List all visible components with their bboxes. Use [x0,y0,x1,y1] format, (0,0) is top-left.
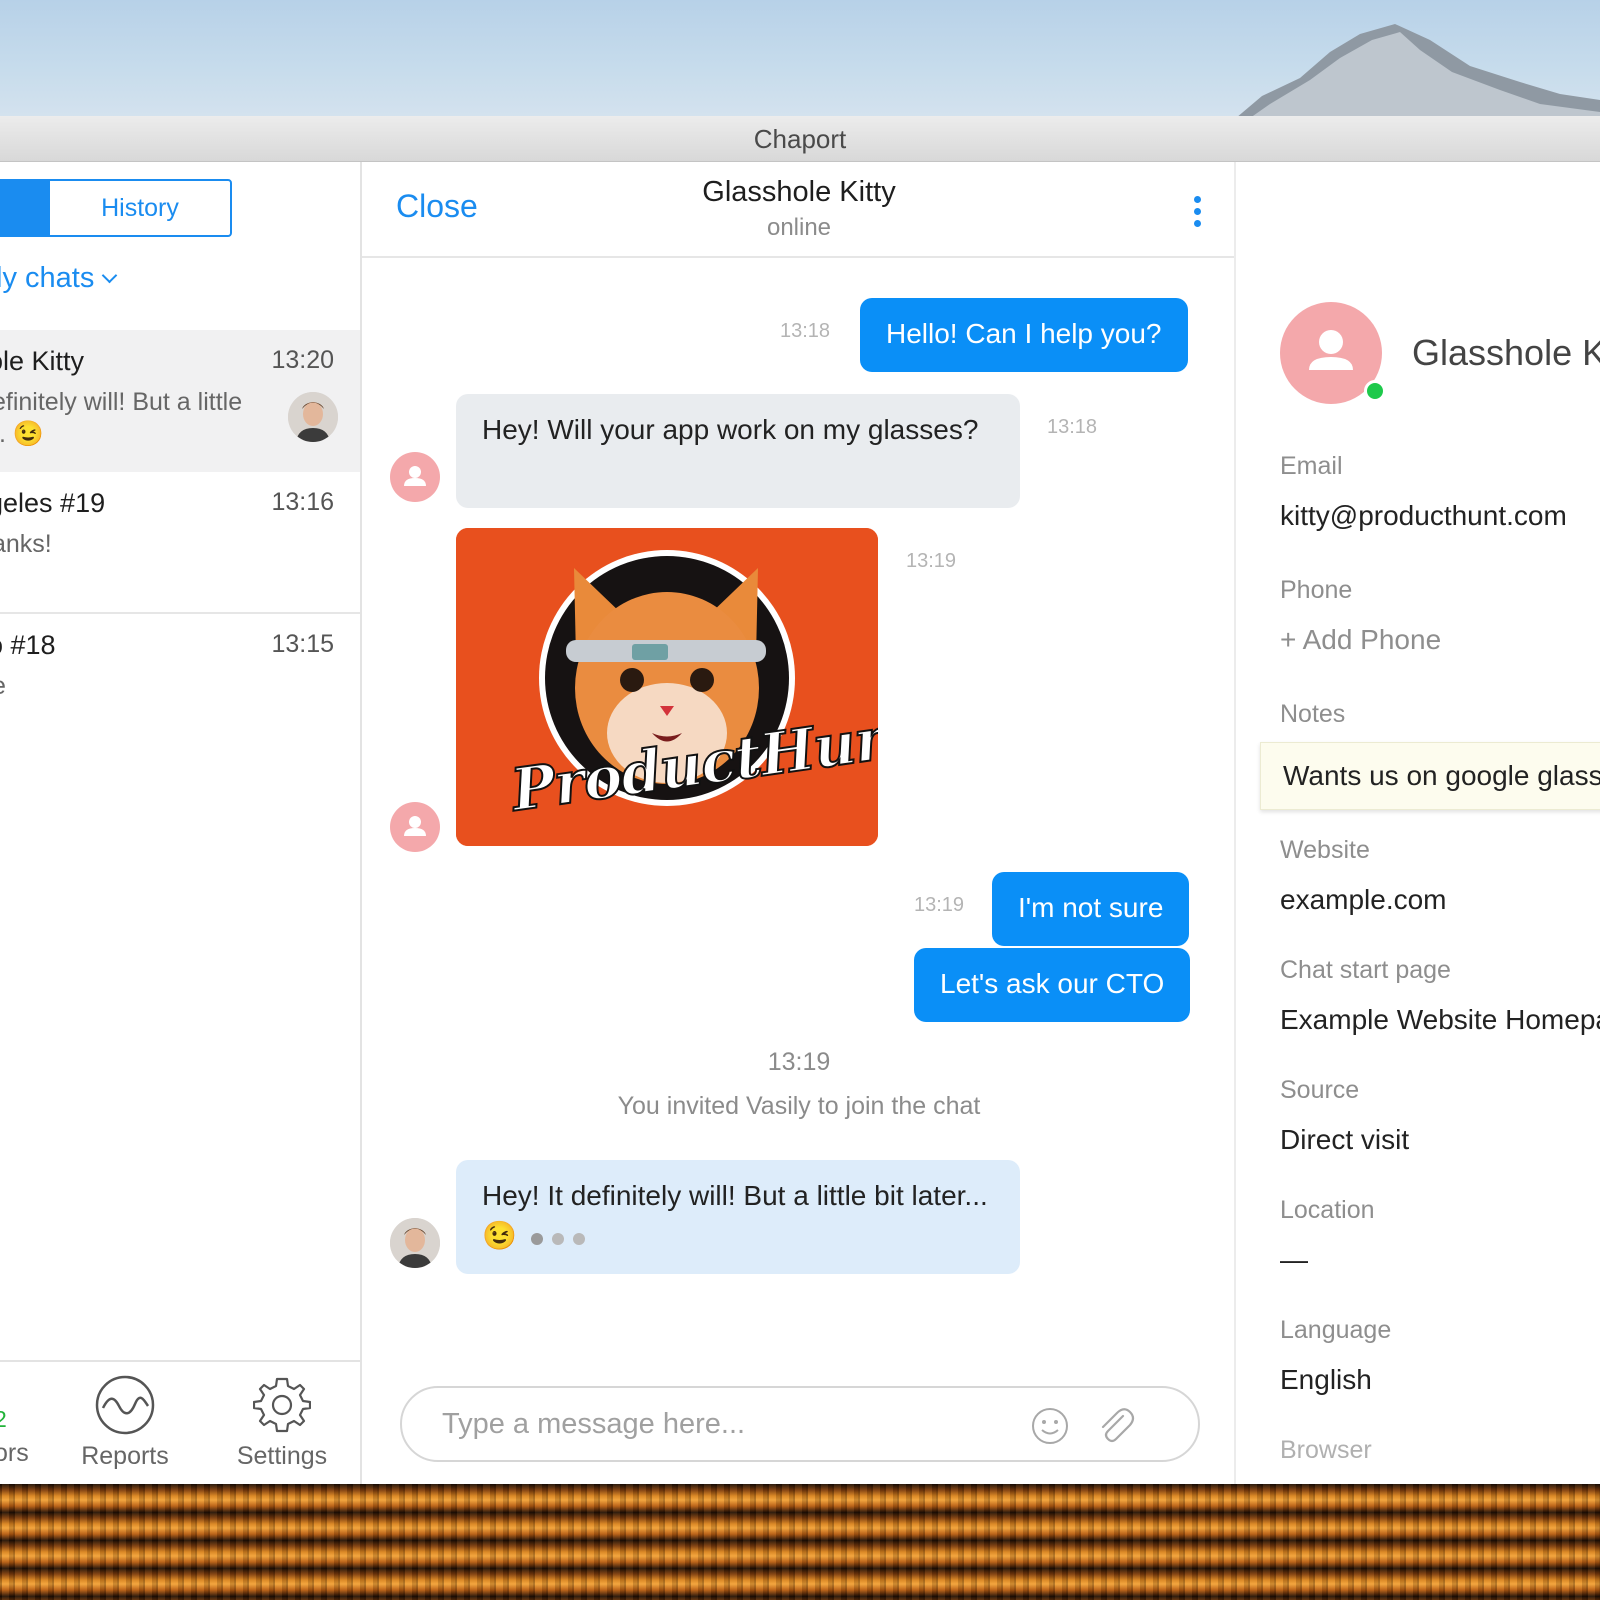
contact-status: online [766,214,832,241]
chat-list-item[interactable]: o #18 13:15 e [0,614,360,756]
user-icon [404,816,426,836]
message-input[interactable] [442,1398,1002,1450]
message-cto: Hey! It definitely will! But a little bi… [456,1160,1020,1274]
operator-avatar [390,1218,440,1268]
language-label: Language [1280,1316,1392,1344]
notes-field[interactable]: Wants us on google glass [1260,742,1600,810]
message-outgoing: I'm not sure [992,872,1190,946]
chat-tabs: History [0,179,232,237]
contact-name: Glasshole Kitty [702,176,896,208]
chat-item-preview: efinitely will! But a little .. 😉 [0,386,282,450]
user-icon [404,466,426,486]
paperclip-icon[interactable] [1096,1404,1136,1446]
chevron-down-icon [102,267,118,284]
chat-item-preview: anks! [0,528,282,560]
chat-item-preview: e [0,670,282,702]
conversation-panel: Close Glasshole Kitty online 13:18 Hello… [362,162,1236,1484]
more-options-icon[interactable] [1194,196,1202,232]
window-titlebar: Chaport [0,116,1600,162]
chat-item-preview-line: .. 😉 [0,420,44,448]
chat-item-name: geles #19 [0,488,106,518]
visitors-count: 2 [0,1406,34,1433]
chat-item-preview-line: e [0,670,282,702]
reports-icon [95,1375,155,1435]
nav-reports-label: Reports [81,1442,169,1470]
typing-indicator [530,1216,594,1256]
language-value: English [1280,1364,1372,1395]
chat-item-preview-line: anks! [0,530,52,558]
chat-item-time: 13:15 [271,630,334,658]
source-label: Source [1280,1076,1360,1104]
system-message-time: 13:19 [767,1048,831,1076]
operator-avatar [288,392,338,442]
chats-filter-label: ly chats [0,262,95,294]
phone-label: Phone [1280,576,1353,604]
visitor-avatar [390,802,440,852]
nav-visitors[interactable]: 2 ors [0,1406,34,1468]
message-time: 13:18 [780,320,831,342]
email-label: Email [1280,452,1343,480]
nav-reports[interactable]: Reports [60,1374,190,1471]
chats-filter-dropdown[interactable]: ly chats [0,262,118,295]
chat-list-item[interactable]: geles #19 13:16 anks! [0,472,360,614]
website-value: example.com [1280,884,1447,915]
message-time: 13:19 [906,550,957,572]
start-page-value: Example Website Homepage [1280,1004,1600,1035]
location-label: Location [1280,1196,1375,1224]
chat-list-item[interactable]: ole Kitty 13:20 efinitely will! But a li… [0,330,360,472]
emoji-icon[interactable] [1030,1406,1070,1446]
system-message: You invited Vasily to join the chat [617,1092,981,1120]
bottom-nav: 2 ors Reports Settings [0,1360,360,1484]
mountain-backdrop [1236,24,1600,118]
visitor-name: Glasshole Kitty [1412,332,1600,373]
message-time: 13:19 [914,894,965,916]
notes-label: Notes [1280,700,1346,728]
visitor-avatar [390,452,440,502]
website-label: Website [1280,836,1370,864]
message-incoming: Hey! Will your app work on my glasses? [456,394,1020,508]
chat-item-time: 13:20 [271,346,334,374]
nav-settings-label: Settings [236,1442,328,1470]
message-time: 13:18 [1047,416,1098,438]
chat-item-preview-line: efinitely will! But a little [0,388,243,416]
nav-settings[interactable]: Settings [220,1374,344,1471]
conversation-header: Close Glasshole Kitty online [362,162,1234,258]
nav-visitors-label: ors [0,1439,29,1467]
tab-history[interactable]: History [50,181,230,235]
online-indicator [1364,380,1386,402]
add-phone-button[interactable]: + Add Phone [1280,624,1441,656]
tab-active-chats[interactable] [0,181,50,235]
app-window: Chaport History ly chats ole Kitty 13:20… [0,116,1600,1484]
chat-item-name: ole Kitty [0,346,85,376]
chat-list: ole Kitty 13:20 efinitely will! But a li… [0,330,360,756]
start-page-label: Chat start page [1280,956,1451,984]
image-attachment[interactable]: ProductHunt [456,528,878,846]
gear-icon [253,1377,311,1433]
chat-item-name: o #18 [0,630,56,660]
window-title: Chaport [753,124,847,154]
visitor-info-panel: Glasshole Kitty Email kitty@producthunt.… [1238,162,1600,1484]
chat-item-time: 13:16 [271,488,334,516]
browser-label: Browser [1280,1436,1372,1464]
message-list: 13:18 Hello! Can I help you? Hey! Will y… [362,258,1234,1358]
source-value: Direct visit [1280,1124,1410,1155]
message-composer [400,1386,1200,1462]
message-outgoing: Let's ask our CTO [914,948,1191,1022]
message-outgoing: Hello! Can I help you? [860,298,1188,372]
location-value: — [1280,1244,1308,1275]
chat-list-panel: History ly chats ole Kitty 13:20 efinite… [0,162,362,1484]
desktop-lake [0,1484,1600,1600]
email-value[interactable]: kitty@producthunt.com [1280,500,1567,532]
